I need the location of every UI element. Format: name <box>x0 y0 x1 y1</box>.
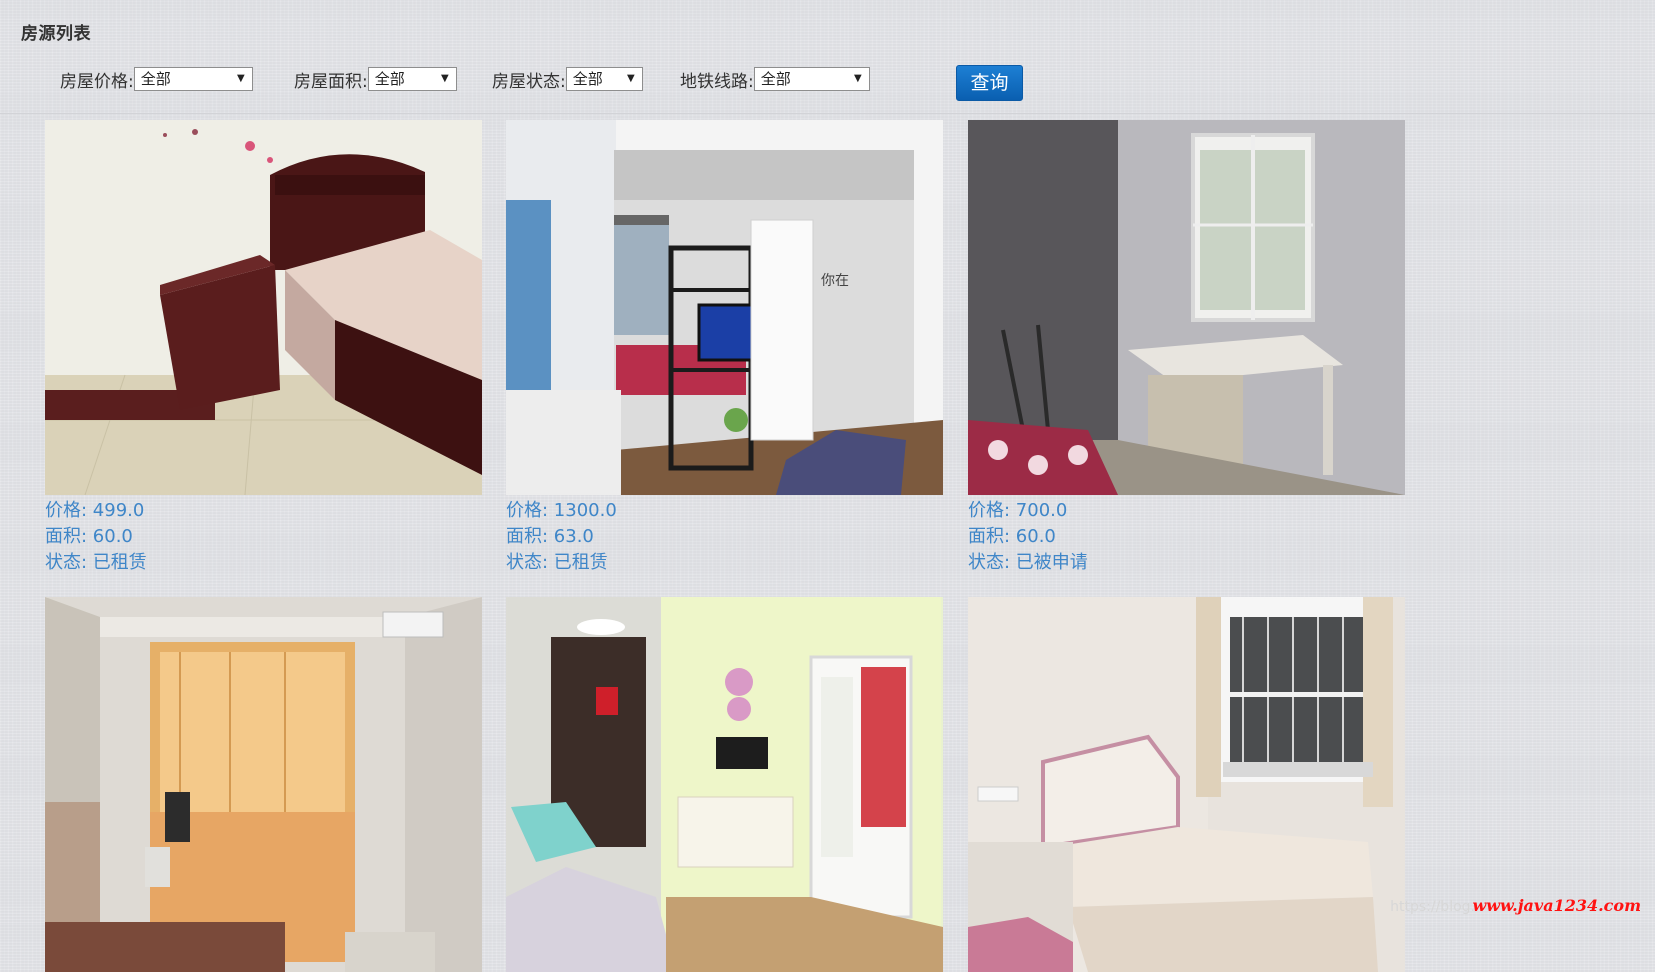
listing-card[interactable]: 你在 价格: 1300.0 面积: 63.0 状态: 已租赁 <box>506 120 943 576</box>
area-filter: 房屋面积: 全部 ▼ <box>294 66 457 92</box>
listing-price: 价格: 700.0 <box>968 500 1068 521</box>
site-watermark: www.java1234.com <box>1472 896 1641 915</box>
price-select-value: 全部 <box>140 70 171 88</box>
filter-bar: 房屋价格: 全部 ▼ 房屋面积: 全部 ▼ 房屋状态: 全部 ▼ 地铁线路: 全… <box>0 58 1655 114</box>
room-with-window-photo[interactable] <box>968 120 1405 495</box>
chevron-down-icon: ▼ <box>441 73 449 84</box>
area-select[interactable]: 全部 ▼ <box>367 67 457 91</box>
bedroom-photo[interactable] <box>45 120 482 495</box>
subway-select[interactable]: 全部 ▼ <box>753 67 870 91</box>
subway-filter-label: 地铁线路: <box>680 71 754 92</box>
subway-select-value: 全部 <box>760 70 791 88</box>
price-select[interactable]: 全部 ▼ <box>133 67 253 91</box>
chevron-down-icon: ▼ <box>854 73 862 84</box>
listing-price: 价格: 1300.0 <box>506 500 617 521</box>
listing-status: 状态: 已租赁 <box>45 552 147 573</box>
listing-area: 面积: 60.0 <box>968 526 1056 547</box>
price-filter-label: 房屋价格: <box>60 71 134 92</box>
price-filter: 房屋价格: 全部 ▼ <box>60 66 253 92</box>
query-button[interactable]: 查询 <box>956 65 1023 101</box>
area-filter-label: 房屋面积: <box>294 71 368 92</box>
listing-info: 价格: 700.0 面积: 60.0 状态: 已被申请 <box>968 498 1405 576</box>
listing-status: 状态: 已租赁 <box>506 552 608 573</box>
status-select-value: 全部 <box>572 70 603 88</box>
bedroom-with-window-photo[interactable] <box>968 597 1405 972</box>
listing-card[interactable] <box>45 597 482 972</box>
living-room-photo[interactable] <box>506 597 943 972</box>
room-with-curtains-photo[interactable] <box>45 597 482 972</box>
listing-status: 状态: 已被申请 <box>968 552 1088 573</box>
status-filter-label: 房屋状态: <box>492 71 566 92</box>
listing-card[interactable]: 价格: 700.0 面积: 60.0 状态: 已被申请 <box>968 120 1405 576</box>
chevron-down-icon: ▼ <box>627 73 635 84</box>
svg-text:你在: 你在 <box>821 273 849 289</box>
listing-price: 价格: 499.0 <box>45 500 145 521</box>
listing-area: 面积: 60.0 <box>45 526 133 547</box>
subway-filter: 地铁线路: 全部 ▼ <box>680 66 870 92</box>
status-filter: 房屋状态: 全部 ▼ <box>492 66 643 92</box>
listing-card[interactable] <box>506 597 943 972</box>
page-title: 房源列表 <box>21 24 91 44</box>
status-select[interactable]: 全部 ▼ <box>565 67 643 91</box>
blog-watermark: https://blog. <box>1390 899 1475 915</box>
listing-info: 价格: 1300.0 面积: 63.0 状态: 已租赁 <box>506 498 943 576</box>
listing-card[interactable] <box>968 597 1405 972</box>
studio-apartment-photo[interactable]: 你在 <box>506 120 943 495</box>
listing-card[interactable]: 价格: 499.0 面积: 60.0 状态: 已租赁 <box>45 120 482 576</box>
area-select-value: 全部 <box>374 70 405 88</box>
listing-area: 面积: 63.0 <box>506 526 594 547</box>
listing-info: 价格: 499.0 面积: 60.0 状态: 已租赁 <box>45 498 482 576</box>
chevron-down-icon: ▼ <box>237 73 245 84</box>
